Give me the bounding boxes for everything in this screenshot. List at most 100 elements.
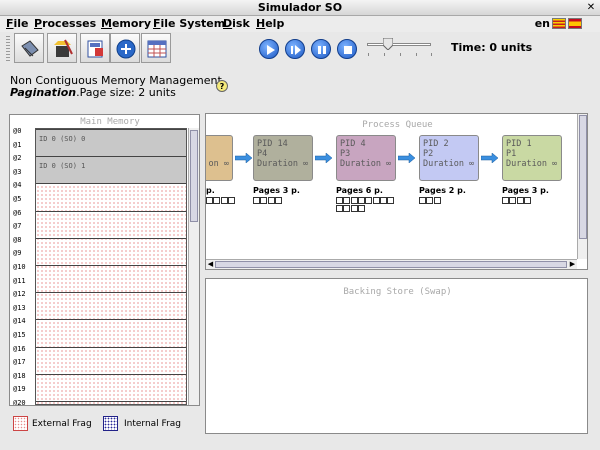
- process-card[interactable]: on ∞: [206, 135, 233, 181]
- clean-icon: [54, 39, 73, 57]
- memory-frame[interactable]: [36, 319, 186, 346]
- scroll-right-icon[interactable]: ▶: [568, 260, 577, 269]
- page-box: [516, 197, 524, 204]
- memory-frame[interactable]: [36, 373, 186, 401]
- memory-frame[interactable]: ID 0 (SO) 1: [36, 156, 186, 184]
- queue-vscroll-thumb[interactable]: [579, 115, 587, 239]
- page-box: [502, 197, 509, 204]
- menu-file[interactable]: File: [6, 17, 29, 30]
- language-indicator[interactable]: en: [535, 17, 550, 30]
- memory-frame[interactable]: [36, 210, 186, 238]
- backing-store-title: Backing Store (Swap): [343, 287, 452, 297]
- step-button[interactable]: [285, 39, 305, 59]
- play-icon: [267, 45, 275, 55]
- clean-button[interactable]: [47, 33, 77, 63]
- address-column: @0 @1 @2 @3 @4 @5 @6 @7 @8 @9 @10 @11 @12 @13 @14 @15 @1…: [11, 127, 34, 406]
- page-box: [267, 197, 275, 204]
- memory-address: @8: [13, 235, 22, 244]
- spanish-flag-icon[interactable]: [568, 18, 582, 29]
- memory-address: @20: [13, 399, 26, 406]
- page-box: [206, 197, 213, 204]
- memory-scroll-thumb[interactable]: [190, 130, 198, 222]
- page-size-label: Pagination.Page size: 2 units: [10, 86, 176, 99]
- catalan-flag-icon[interactable]: [552, 18, 566, 29]
- menu-mnemonic: F: [6, 17, 14, 30]
- close-icon[interactable]: ✕: [584, 1, 598, 15]
- process-name: P4: [257, 149, 268, 159]
- page-box: [419, 197, 426, 204]
- page-box: [357, 197, 365, 204]
- memory-frame[interactable]: [36, 183, 186, 210]
- main-memory-title: Main Memory: [80, 117, 140, 127]
- process-queue-title: Process Queue: [362, 120, 433, 130]
- play-button[interactable]: [259, 39, 279, 59]
- process-info-button[interactable]: [80, 33, 110, 63]
- menu-label: isk: [232, 17, 250, 30]
- process-duration: Duration ∞: [423, 159, 475, 169]
- menu-mnemonic: D: [223, 17, 233, 30]
- memory-config-button[interactable]: [14, 33, 44, 63]
- speed-slider-thumb[interactable]: [383, 38, 393, 50]
- page-box: [336, 205, 343, 212]
- page-box: [426, 197, 434, 204]
- process-name: P1: [506, 149, 517, 159]
- memory-address: @17: [13, 358, 26, 367]
- page-size-text: .Page size: 2 units: [76, 86, 176, 99]
- calendar-button[interactable]: [141, 33, 171, 63]
- memory-address: @4: [13, 181, 22, 190]
- memory-frame-label: ID 0 (SO) 1: [39, 162, 86, 171]
- help-icon[interactable]: ?: [216, 80, 228, 92]
- queue-arrow-icon: [481, 153, 499, 163]
- stop-icon: [344, 46, 352, 54]
- menu-file-system[interactable]: File System: [153, 17, 225, 30]
- memory-address: @14: [13, 317, 26, 326]
- process-card[interactable]: PID 2 P2 Duration ∞: [419, 135, 479, 181]
- process-pages-label: Pages 6 p.: [336, 186, 383, 195]
- memory-frame[interactable]: ID 0 (SO) 0: [36, 129, 186, 157]
- process-queue-panel: Process Queue on ∞ p. PID 14 P4 Duration ∞ Pa…: [205, 113, 588, 270]
- speed-slider[interactable]: [367, 43, 431, 46]
- process-card[interactable]: PID 4 P3 Duration ∞: [336, 135, 396, 181]
- menu-memory[interactable]: Memory: [101, 17, 151, 30]
- menu-label: rocesses: [42, 17, 97, 30]
- menu-mnemonic: P: [34, 17, 43, 30]
- memory-frame[interactable]: [36, 292, 186, 319]
- process-duration: Duration ∞: [340, 159, 392, 169]
- queue-vscrollbar[interactable]: [577, 114, 587, 259]
- memory-frame[interactable]: [36, 237, 186, 265]
- memory-address: @16: [13, 344, 26, 353]
- menu-help[interactable]: Help: [256, 17, 284, 30]
- menu-mnemonic: M: [101, 17, 112, 30]
- memory-frame[interactable]: [36, 346, 186, 374]
- slider-tick: [431, 53, 432, 56]
- queue-hscrollbar[interactable]: ◀ ▶: [206, 259, 577, 269]
- slider-tick: [416, 53, 417, 56]
- process-pid: PID 1: [506, 139, 532, 149]
- add-process-button[interactable]: [110, 33, 140, 63]
- menu-bar: File Processes Memory File System Disk H…: [0, 16, 600, 32]
- menu-mnemonic: H: [256, 17, 266, 30]
- memory-frame[interactable]: [36, 401, 186, 404]
- menu-processes[interactable]: Processes: [34, 17, 96, 30]
- toolbar-grip[interactable]: [6, 36, 10, 62]
- external-frag-label: External Frag: [32, 419, 92, 429]
- queue-arrow-icon: [398, 153, 416, 163]
- pause-button[interactable]: [311, 39, 331, 59]
- menu-mnemonic: F: [153, 17, 161, 30]
- menu-label: ile: [13, 17, 29, 30]
- backing-store-panel: Backing Store (Swap): [205, 278, 588, 434]
- process-pages-label: p.: [206, 186, 215, 195]
- slider-tick: [400, 53, 401, 56]
- process-duration: Duration ∞: [506, 159, 558, 169]
- scroll-left-icon[interactable]: ◀: [206, 260, 215, 269]
- memory-scrollbar[interactable]: [188, 128, 199, 405]
- process-card[interactable]: PID 1 P1 Duration ∞: [502, 135, 562, 181]
- stop-button[interactable]: [337, 39, 357, 59]
- memory-address: @13: [13, 303, 26, 312]
- external-frag-swatch: [13, 416, 28, 431]
- page-box: [343, 197, 351, 204]
- memory-frame[interactable]: [36, 265, 186, 292]
- queue-hscroll-thumb[interactable]: [215, 261, 567, 268]
- process-card[interactable]: PID 14 P4 Duration ∞: [253, 135, 313, 181]
- menu-disk[interactable]: Disk: [223, 17, 250, 30]
